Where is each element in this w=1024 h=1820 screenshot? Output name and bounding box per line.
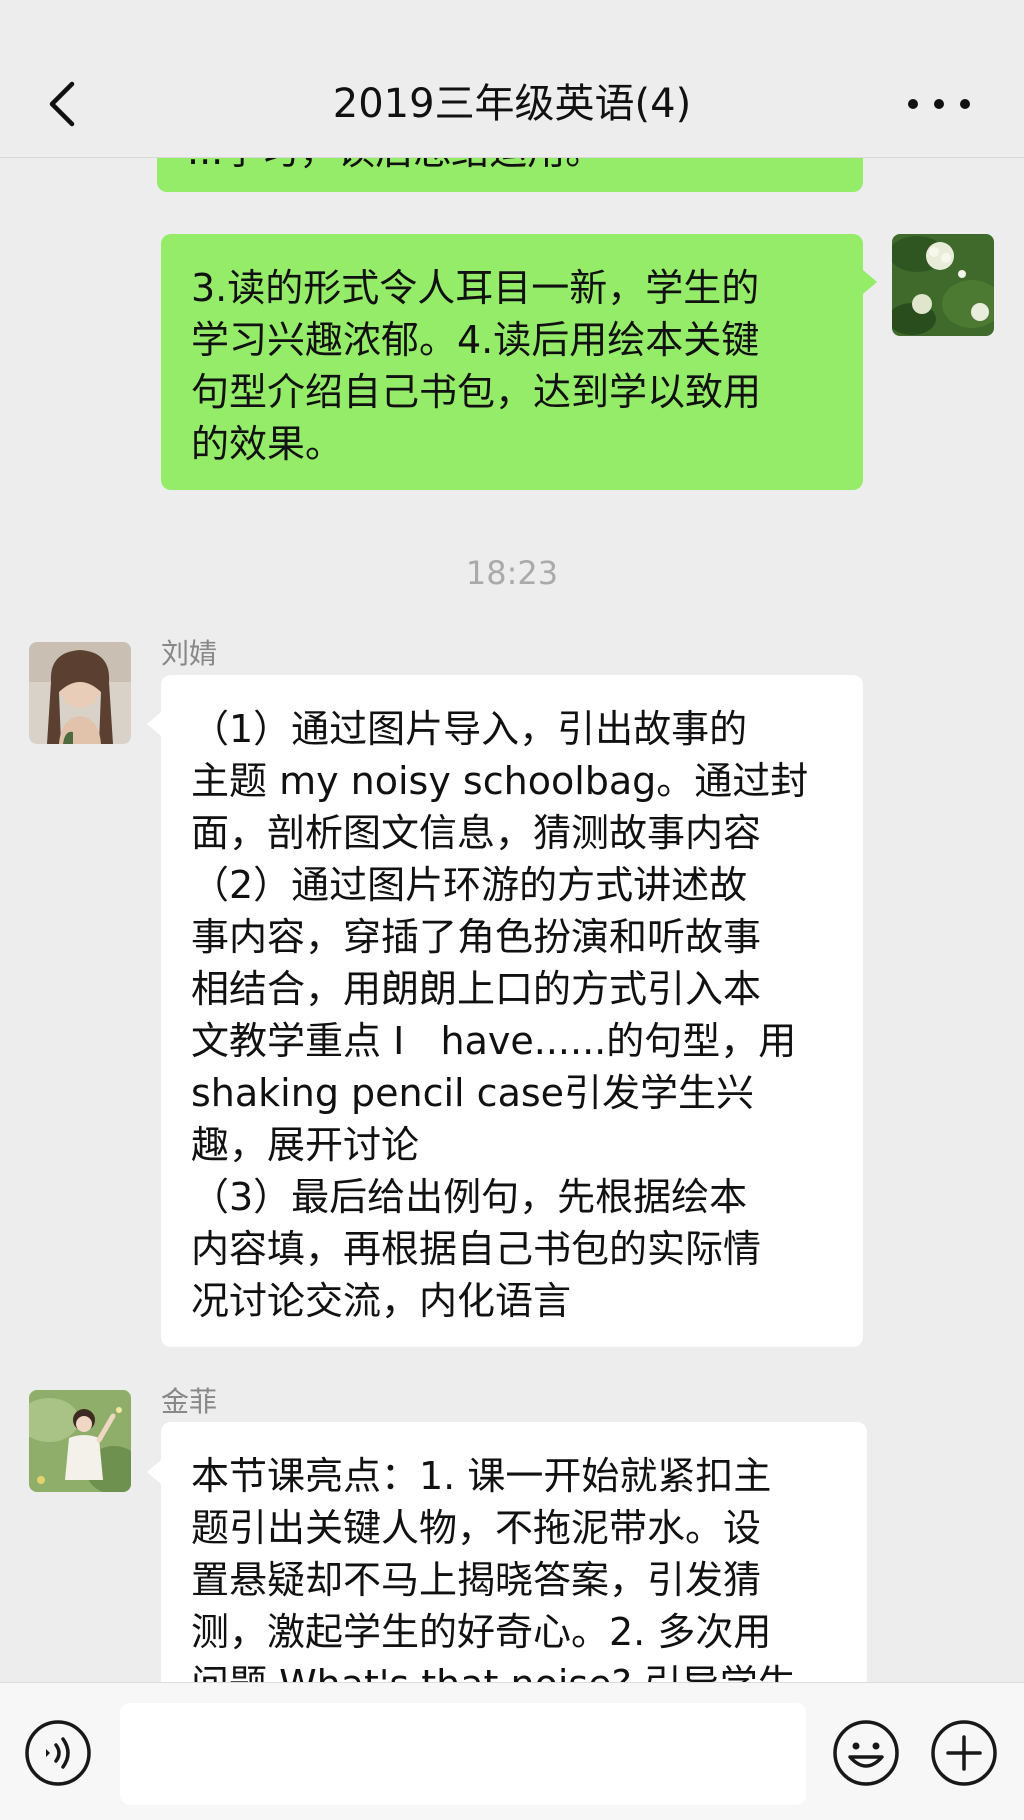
message-input[interactable] [120, 1703, 806, 1805]
message-line: 面，剖析图文信息，猜测故事内容 [191, 811, 762, 855]
message-line: 3.读的形式令人耳目一新，学生的 [191, 266, 760, 310]
message-line: （2）通过图片环游的方式讲述故 [191, 863, 748, 907]
message-bubble-self[interactable]: 3.读的形式令人耳目一新，学生的 学习兴趣浓郁。4.读后用绘本关键 句型介绍自己… [161, 234, 863, 490]
sender-name: 刘婧 [161, 637, 218, 670]
voice-icon [25, 1720, 91, 1786]
avatar-sender-2[interactable] [29, 1390, 131, 1492]
message-line: 内容填，再根据自己书包的实际情 [191, 1227, 762, 1271]
avatar-sender-1[interactable] [29, 642, 131, 744]
bubble-tail [147, 1460, 161, 1484]
avatar-portrait-image [29, 642, 131, 744]
bubble-tail [863, 270, 877, 294]
message-bubble-other[interactable]: （1）通过图片导入，引出故事的 主题 my noisy schoolbag。通过… [161, 675, 863, 1347]
input-bar [0, 1682, 1024, 1820]
sender-name: 金菲 [161, 1385, 218, 1418]
plus-button[interactable] [930, 1719, 998, 1787]
more-dots-icon [908, 99, 970, 109]
message-line: shaking pencil case引发学生兴 [191, 1071, 755, 1115]
message-line: （3）最后给出例句，先根据绘本 [191, 1175, 748, 1219]
message-line: 主题 my noisy schoolbag。通过封 [191, 759, 809, 803]
message-line: 本节课亮点：1. 课一开始就紧扣主 [191, 1454, 772, 1498]
message-line: 题引出关键人物，不拖泥带水。设 [191, 1506, 762, 1550]
message-line: 学习兴趣浓郁。4.读后用绘本关键 [191, 318, 760, 362]
avatar-self[interactable] [892, 234, 994, 336]
chat-screen: ...学习，读后总结运用。 2019三年级英语(4) 3.读的形式令人耳目一新，… [0, 0, 1024, 1820]
chevron-left-icon [49, 81, 75, 127]
emoji-icon [833, 1720, 899, 1786]
message-line: 的效果。 [191, 422, 344, 466]
emoji-button[interactable] [832, 1719, 900, 1787]
message-line: 测，激起学生的好奇心。2. 多次用 [191, 1610, 772, 1654]
bubble-tail [147, 712, 161, 736]
chat-title: 2019三年级英语(4) [332, 81, 692, 127]
voice-button[interactable] [24, 1719, 92, 1787]
message-line: 况讨论交流，内化语言 [191, 1279, 572, 1323]
message-line: （1）通过图片导入，引出故事的 [191, 707, 748, 751]
message-line: 事内容，穿插了角色扮演和听故事 [191, 915, 762, 959]
avatar-flowers-image [892, 234, 994, 336]
avatar-child-image [29, 1390, 131, 1492]
message-line: 句型介绍自己书包，达到学以致用 [191, 370, 762, 414]
more-button[interactable] [904, 92, 974, 116]
message-line: 相结合，用朗朗上口的方式引入本 [191, 967, 762, 1011]
back-button[interactable] [38, 72, 94, 136]
chat-header: 2019三年级英语(4) [0, 0, 1024, 158]
message-line: 文教学重点 I have......的句型，用 [191, 1019, 797, 1063]
plus-icon [931, 1720, 997, 1786]
message-line: 置悬疑却不马上揭晓答案，引发猜 [191, 1558, 762, 1602]
timestamp: 18:23 [465, 554, 559, 592]
message-line: 趣，展开讨论 [191, 1123, 420, 1167]
